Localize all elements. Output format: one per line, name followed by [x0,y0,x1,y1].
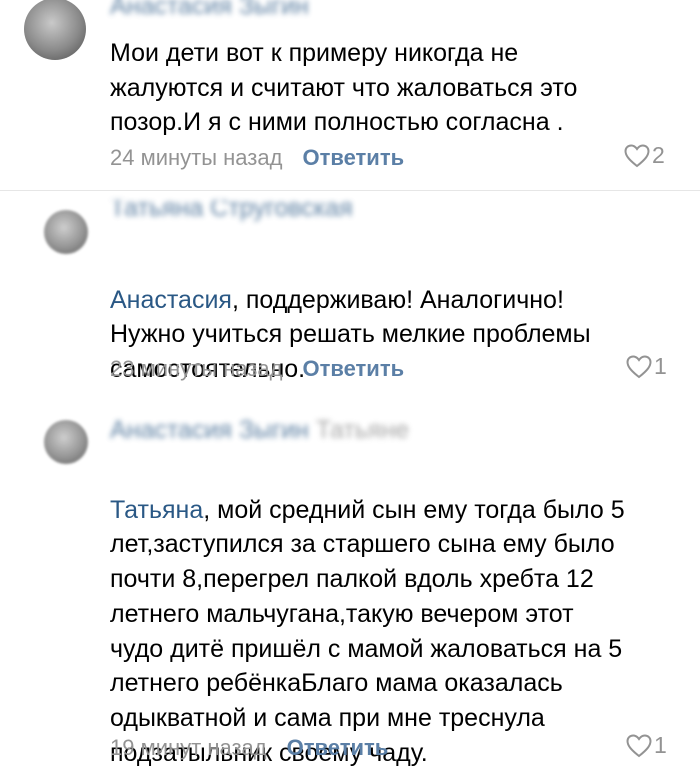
like-count: 1 [654,732,667,758]
comment-author[interactable]: Анастасия Зыгин [110,0,309,21]
reply-button[interactable]: Ответить [302,356,404,381]
mention-link[interactable]: Татьяна [110,496,203,524]
like-button[interactable]: 1 [626,353,667,380]
like-count: 2 [652,142,665,168]
heart-outline-icon [624,143,650,167]
divider [0,190,700,191]
avatar[interactable] [44,420,88,464]
heart-outline-icon [626,733,652,757]
mention-link[interactable]: Анастасия [110,286,232,314]
heart-outline-icon [626,354,652,378]
like-count: 1 [654,353,667,379]
comment-meta: 24 минуты назад Ответить [110,145,404,171]
like-button[interactable]: 1 [626,732,667,759]
comment-text: Татьяна, мой средний сын ему тогда было … [110,495,625,767]
comment-meta: 19 минут назад Ответить [110,735,388,761]
comment-time: 23 минуты назад [110,356,283,381]
comment-author[interactable]: Анастасия Зыгин Татьяне [110,416,409,444]
reply-button[interactable]: Ответить [302,145,404,170]
comment-meta: 23 минуты назад Ответить [110,356,404,382]
comment-author[interactable]: Татьяна Струговская [110,200,353,222]
like-button[interactable]: 2 [624,142,665,169]
comment-time: 19 минут назад [110,735,267,760]
comment-text: Мои дети вот к примеру никогда не жалуют… [110,39,578,137]
reply-button[interactable]: Ответить [287,735,389,760]
reply-to-name: Татьяне [315,416,410,444]
avatar[interactable] [44,210,88,254]
comment-time: 24 минуты назад [110,145,283,170]
avatar[interactable] [24,0,86,60]
